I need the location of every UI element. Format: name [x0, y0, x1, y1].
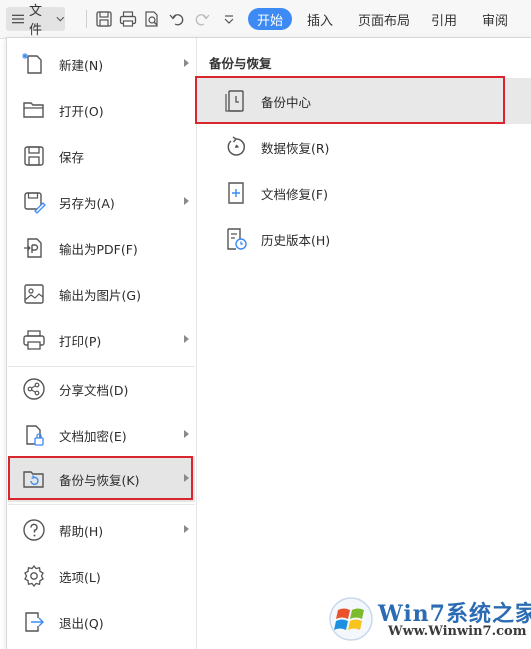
- save-icon: [24, 146, 44, 166]
- hamburger-icon: [12, 14, 25, 24]
- menu-item-label: 输出为PDF(F): [59, 242, 138, 257]
- customize-toolbar-icon[interactable]: [220, 10, 238, 28]
- encrypt-icon: [26, 425, 44, 446]
- menu-item-encrypt[interactable]: 文档加密(E): [8, 412, 195, 458]
- menu-item-label: 输出为图片(G): [59, 288, 141, 303]
- chevron-right-icon: [184, 525, 189, 533]
- file-menu-list: 新建(N) 打开(O) 保存 另存为(A) 输出为PDF(F) 输出为图片(G)…: [7, 38, 197, 649]
- share-icon: [23, 378, 45, 400]
- print-preview-icon[interactable]: [143, 10, 161, 28]
- file-menu-button[interactable]: 文件: [6, 4, 65, 38]
- submenu-item-data-recovery[interactable]: 数据恢复(R): [197, 124, 531, 170]
- menu-item-label: 保存: [59, 150, 85, 165]
- watermark: Win7系统之家 Www.Winwin7.com: [328, 594, 531, 646]
- submenu-item-history-version[interactable]: 历史版本(H): [197, 216, 531, 262]
- pdf-icon: [24, 238, 42, 258]
- redo-icon[interactable]: [193, 10, 211, 28]
- doc-repair-icon: [228, 182, 244, 204]
- submenu-item-label: 文档修复(F): [261, 187, 328, 202]
- menu-item-exit[interactable]: 退出(Q): [8, 599, 195, 645]
- menu-item-label: 分享文档(D): [59, 383, 129, 398]
- menu-item-save[interactable]: 保存: [8, 133, 195, 179]
- menu-item-save-as[interactable]: 另存为(A): [8, 179, 195, 225]
- printer-icon: [23, 330, 45, 350]
- chevron-right-icon: [184, 59, 189, 67]
- menu-item-export-image[interactable]: 输出为图片(G): [8, 271, 195, 317]
- print-icon[interactable]: [119, 10, 137, 28]
- chevron-right-icon: [184, 430, 189, 438]
- windows-logo-icon: [329, 597, 373, 641]
- menu-item-label: 帮助(H): [59, 524, 104, 539]
- save-as-icon: [24, 192, 46, 214]
- new-file-icon: [22, 53, 42, 74]
- menu-item-label: 选项(L): [59, 570, 101, 585]
- submenu-title: 备份与恢复: [209, 56, 272, 71]
- folder-icon: [23, 102, 44, 118]
- file-menu-panel: 新建(N) 打开(O) 保存 另存为(A) 输出为PDF(F) 输出为图片(G)…: [6, 37, 531, 649]
- menu-item-label: 打开(O): [59, 104, 104, 119]
- chevron-down-icon: [56, 16, 65, 22]
- tab-page-layout[interactable]: 页面布局: [358, 8, 410, 30]
- tab-review[interactable]: 审阅: [482, 8, 508, 30]
- save-icon[interactable]: [95, 10, 113, 28]
- menu-item-export-pdf[interactable]: 输出为PDF(F): [8, 225, 195, 271]
- menu-item-label: 另存为(A): [59, 196, 115, 211]
- toolbar-divider: [86, 10, 87, 28]
- highlight-box: [8, 456, 193, 500]
- menu-item-open[interactable]: 打开(O): [8, 87, 195, 133]
- tab-references[interactable]: 引用: [431, 8, 457, 30]
- menu-item-label: 退出(Q): [59, 616, 104, 631]
- tab-insert[interactable]: 插入: [307, 8, 333, 30]
- undo-icon[interactable]: [168, 10, 186, 28]
- menu-item-options[interactable]: 选项(L): [8, 553, 195, 599]
- submenu-item-label: 历史版本(H): [261, 233, 331, 248]
- quick-access-toolbar: 文件 开始 插入 页面布局 引用 审阅: [0, 0, 531, 39]
- submenu-item-doc-repair[interactable]: 文档修复(F): [197, 170, 531, 216]
- tab-home[interactable]: 开始: [248, 8, 293, 30]
- history-version-icon: [227, 228, 247, 250]
- watermark-url: Www.Winwin7.com: [388, 624, 527, 639]
- file-menu-label: 文件: [29, 4, 43, 38]
- chevron-right-icon: [184, 335, 189, 343]
- highlight-box: [195, 76, 505, 124]
- chevron-right-icon: [184, 197, 189, 205]
- image-icon: [24, 284, 44, 304]
- menu-item-share[interactable]: 分享文档(D): [8, 366, 195, 412]
- gear-icon: [24, 564, 44, 588]
- menu-divider: [8, 504, 195, 505]
- menu-item-label: 文档加密(E): [59, 429, 127, 444]
- menu-item-label: 打印(P): [59, 334, 102, 349]
- data-recovery-icon: [227, 136, 245, 156]
- menu-item-new[interactable]: 新建(N): [8, 41, 195, 87]
- exit-icon: [25, 612, 44, 632]
- menu-item-label: 新建(N): [59, 58, 104, 73]
- menu-item-print[interactable]: 打印(P): [8, 317, 195, 363]
- menu-item-help[interactable]: 帮助(H): [8, 507, 195, 553]
- help-icon: [23, 519, 45, 541]
- submenu-item-label: 数据恢复(R): [261, 141, 330, 156]
